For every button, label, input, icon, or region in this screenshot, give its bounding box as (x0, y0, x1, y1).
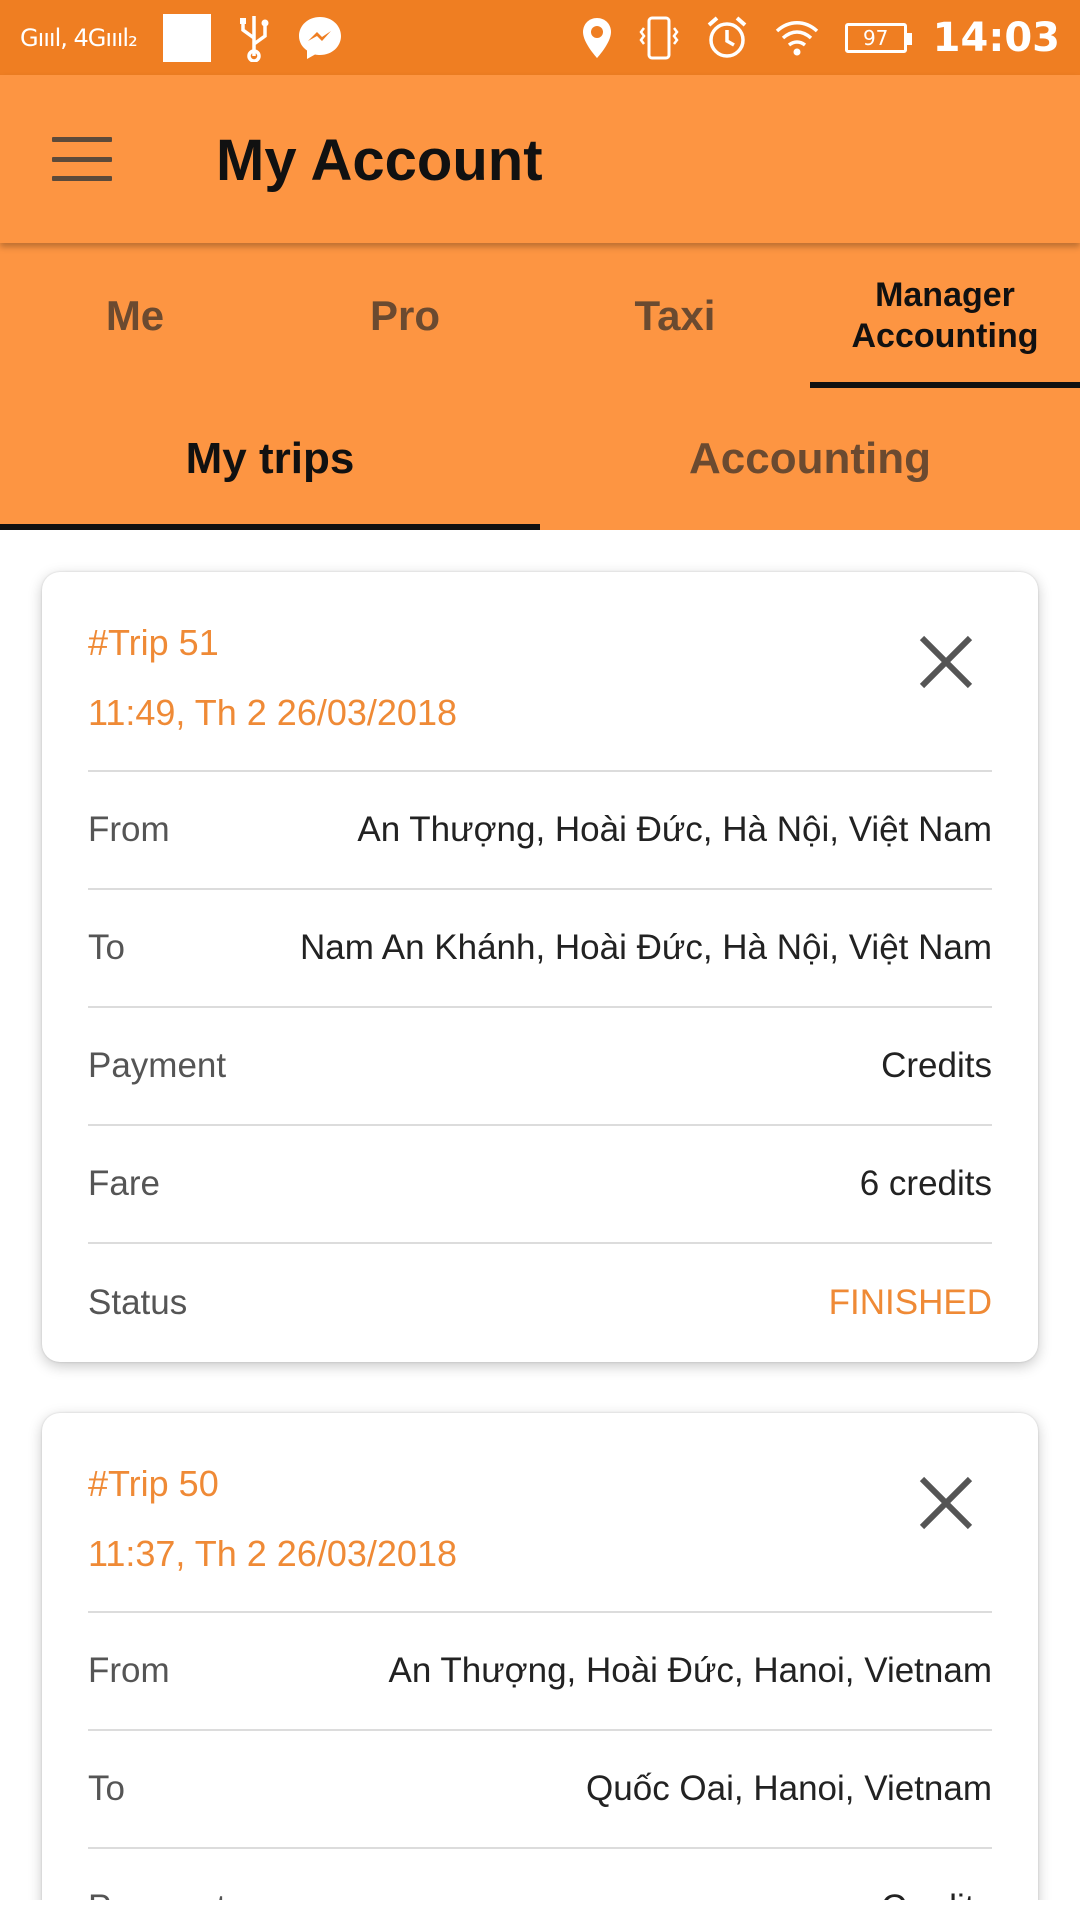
clock-time: 14:03 (932, 14, 1060, 61)
row-value: An Thượng, Hoài Đức, Hanoi, Vietnam (388, 1651, 992, 1690)
secondary-tab-bar: My trips Accounting (0, 388, 1080, 530)
tab-label-line2: Accounting (851, 316, 1039, 355)
tab-label-line1: Manager (875, 275, 1015, 314)
trip-row-from: From An Thượng, Hoài Đức, Hanoi, Vietnam (88, 1613, 992, 1731)
trip-row-to: To Quốc Oai, Hanoi, Vietnam (88, 1731, 992, 1849)
tab-me[interactable]: Me (0, 243, 270, 388)
tab-my-trips[interactable]: My trips (0, 388, 540, 530)
close-icon[interactable] (918, 1475, 974, 1531)
row-value: Credits (881, 1046, 992, 1085)
row-label: To (88, 928, 125, 967)
trip-row-payment: Payment Credits (88, 1008, 992, 1126)
trip-id: #Trip 50 (88, 1463, 219, 1504)
messenger-icon (298, 16, 341, 59)
vibrate-icon (639, 16, 679, 59)
row-label: From (88, 810, 170, 849)
alarm-icon (707, 15, 746, 58)
trip-row-from: From An Thượng, Hoài Đức, Hà Nội, Việt N… (88, 772, 992, 890)
tab-taxi[interactable]: Taxi (540, 243, 810, 388)
trip-card-header: #Trip 51 11:49, Th 2 26/03/2018 (88, 572, 992, 772)
status-bar: Gıııl, 4Gıııl₂ 97 14:03 (0, 0, 1080, 75)
row-label: Status (88, 1283, 188, 1322)
trip-card[interactable]: #Trip 50 11:37, Th 2 26/03/2018 From An … (42, 1413, 1038, 1900)
hamburger-menu-icon[interactable] (52, 137, 112, 181)
close-icon[interactable] (918, 634, 974, 690)
row-value: 6 credits (859, 1164, 992, 1203)
row-value: An Thượng, Hoài Đức, Hà Nội, Việt Nam (357, 810, 992, 849)
wifi-icon (775, 20, 818, 55)
row-value: Nam An Khánh, Hoài Đức, Hà Nội, Việt Nam (300, 928, 992, 967)
primary-tab-bar: Me Pro Taxi Manager Accounting (0, 243, 1080, 388)
row-label: Payment (88, 1046, 227, 1085)
trip-card[interactable]: #Trip 51 11:49, Th 2 26/03/2018 From An … (42, 572, 1038, 1362)
trip-row-status: Status FINISHED (88, 1244, 992, 1362)
page-title: My Account (216, 128, 543, 193)
signal-strength-text: Gıııl, 4Gıııl₂ (20, 23, 138, 52)
usb-icon (239, 15, 269, 62)
notification-square-icon (162, 13, 211, 62)
status-badge: FINISHED (828, 1283, 992, 1322)
battery-icon: 97 (844, 22, 912, 53)
row-label: To (88, 1769, 125, 1808)
location-icon (582, 17, 611, 58)
trip-row-fare: Fare 6 credits (88, 1126, 992, 1244)
trip-list[interactable]: #Trip 51 11:49, Th 2 26/03/2018 From An … (0, 530, 1080, 1900)
trip-id: #Trip 51 (88, 622, 219, 663)
trip-row-to: To Nam An Khánh, Hoài Đức, Hà Nội, Việt … (88, 890, 992, 1008)
tab-manager-accounting[interactable]: Manager Accounting (810, 243, 1080, 388)
trip-datetime: 11:49, Th 2 26/03/2018 (88, 692, 457, 733)
app-bar: My Account (0, 75, 1080, 243)
row-label: Payment (88, 1888, 226, 1900)
tab-pro[interactable]: Pro (270, 243, 540, 388)
trip-card-header: #Trip 50 11:37, Th 2 26/03/2018 (88, 1413, 992, 1613)
row-value: Credits (881, 1888, 992, 1900)
row-label: Fare (88, 1164, 160, 1203)
row-value: Quốc Oai, Hanoi, Vietnam (586, 1769, 992, 1808)
row-label: From (88, 1651, 170, 1690)
trip-datetime: 11:37, Th 2 26/03/2018 (88, 1533, 457, 1574)
trip-row-payment: Payment Credits (88, 1849, 992, 1900)
tab-accounting[interactable]: Accounting (540, 388, 1080, 530)
